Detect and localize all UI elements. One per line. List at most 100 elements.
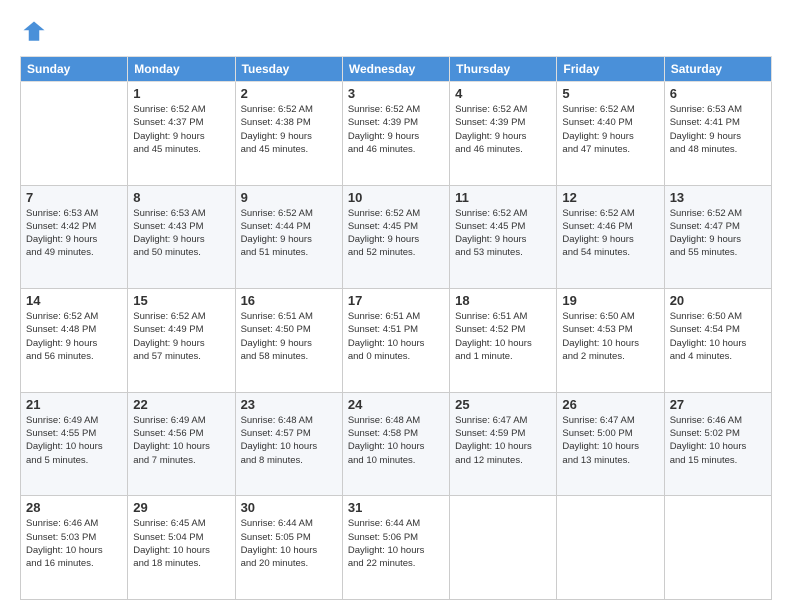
calendar-cell (557, 496, 664, 600)
day-info: Sunrise: 6:48 AM Sunset: 4:58 PM Dayligh… (348, 414, 444, 467)
day-info: Sunrise: 6:51 AM Sunset: 4:51 PM Dayligh… (348, 310, 444, 363)
day-info: Sunrise: 6:47 AM Sunset: 5:00 PM Dayligh… (562, 414, 658, 467)
weekday-header-saturday: Saturday (664, 57, 771, 82)
page: SundayMondayTuesdayWednesdayThursdayFrid… (0, 0, 792, 612)
weekday-header-sunday: Sunday (21, 57, 128, 82)
weekday-header-wednesday: Wednesday (342, 57, 449, 82)
calendar-cell: 17Sunrise: 6:51 AM Sunset: 4:51 PM Dayli… (342, 289, 449, 393)
day-number: 1 (133, 86, 229, 101)
logo-icon (20, 18, 48, 46)
day-info: Sunrise: 6:51 AM Sunset: 4:50 PM Dayligh… (241, 310, 337, 363)
day-number: 26 (562, 397, 658, 412)
day-info: Sunrise: 6:53 AM Sunset: 4:43 PM Dayligh… (133, 207, 229, 260)
calendar-cell: 18 Sunrise: 6:51 AM Sunset: 4:52 PM Dayli… (450, 289, 557, 393)
day-number: 19 (562, 293, 658, 308)
day-number: 4 (455, 86, 551, 101)
day-number: 13 (670, 190, 766, 205)
calendar-cell: 6 Sunrise: 6:53 AM Sunset: 4:41 PM Daylig… (664, 82, 771, 186)
calendar-cell (21, 82, 128, 186)
day-info: Sunrise: 6:48 AM Sunset: 4:57 PM Dayligh… (241, 414, 337, 467)
day-number: 16 (241, 293, 337, 308)
logo (20, 18, 52, 46)
day-info: Sunrise: 6:52 AM Sunset: 4:46 PM Dayligh… (562, 207, 658, 260)
day-number: 29 (133, 500, 229, 515)
day-number: 28 (26, 500, 122, 515)
day-number: 14 (26, 293, 122, 308)
day-number: 6 (670, 86, 766, 101)
day-number: 11 (455, 190, 551, 205)
day-number: 22 (133, 397, 229, 412)
calendar-cell: 4 Sunrise: 6:52 AM Sunset: 4:39 PM Daylig… (450, 82, 557, 186)
calendar-cell: 25 Sunrise: 6:47 AM Sunset: 4:59 PM Dayli… (450, 392, 557, 496)
calendar-cell: 5 Sunrise: 6:52 AM Sunset: 4:40 PM Daylig… (557, 82, 664, 186)
calendar-cell: 2 Sunrise: 6:52 AM Sunset: 4:38 PM Daylig… (235, 82, 342, 186)
day-number: 20 (670, 293, 766, 308)
day-info: Sunrise: 6:53 AM Sunset: 4:41 PM Dayligh… (670, 103, 766, 156)
day-info: Sunrise: 6:52 AM Sunset: 4:40 PM Dayligh… (562, 103, 658, 156)
calendar-cell: 28 Sunrise: 6:46 AM Sunset: 5:03 PM Dayli… (21, 496, 128, 600)
day-number: 25 (455, 397, 551, 412)
day-info: Sunrise: 6:52 AM Sunset: 4:45 PM Dayligh… (348, 207, 444, 260)
day-info: Sunrise: 6:46 AM Sunset: 5:02 PM Dayligh… (670, 414, 766, 467)
calendar-body: 1Sunrise: 6:52 AM Sunset: 4:37 PM Daylig… (21, 82, 772, 600)
calendar-week-1: 1Sunrise: 6:52 AM Sunset: 4:37 PM Daylig… (21, 82, 772, 186)
day-info: Sunrise: 6:52 AM Sunset: 4:49 PM Dayligh… (133, 310, 229, 363)
day-info: Sunrise: 6:47 AM Sunset: 4:59 PM Dayligh… (455, 414, 551, 467)
day-info: Sunrise: 6:52 AM Sunset: 4:39 PM Dayligh… (455, 103, 551, 156)
day-number: 9 (241, 190, 337, 205)
day-number: 5 (562, 86, 658, 101)
calendar-cell: 29 Sunrise: 6:45 AM Sunset: 5:04 PM Dayli… (128, 496, 235, 600)
day-info: Sunrise: 6:44 AM Sunset: 5:06 PM Dayligh… (348, 517, 444, 570)
calendar-cell: 7 Sunrise: 6:53 AM Sunset: 4:42 PM Daylig… (21, 185, 128, 289)
weekday-header-thursday: Thursday (450, 57, 557, 82)
calendar-cell: 16 Sunrise: 6:51 AM Sunset: 4:50 PM Dayli… (235, 289, 342, 393)
weekday-row: SundayMondayTuesdayWednesdayThursdayFrid… (21, 57, 772, 82)
day-info: Sunrise: 6:50 AM Sunset: 4:53 PM Dayligh… (562, 310, 658, 363)
day-number: 3 (348, 86, 444, 101)
calendar-cell: 24 Sunrise: 6:48 AM Sunset: 4:58 PM Dayli… (342, 392, 449, 496)
calendar-week-5: 28 Sunrise: 6:46 AM Sunset: 5:03 PM Dayli… (21, 496, 772, 600)
calendar-cell: 15Sunrise: 6:52 AM Sunset: 4:49 PM Dayli… (128, 289, 235, 393)
calendar-cell: 27 Sunrise: 6:46 AM Sunset: 5:02 PM Dayli… (664, 392, 771, 496)
weekday-header-tuesday: Tuesday (235, 57, 342, 82)
calendar-cell: 26 Sunrise: 6:47 AM Sunset: 5:00 PM Dayli… (557, 392, 664, 496)
day-number: 2 (241, 86, 337, 101)
day-number: 23 (241, 397, 337, 412)
day-info: Sunrise: 6:53 AM Sunset: 4:42 PM Dayligh… (26, 207, 122, 260)
day-info: Sunrise: 6:52 AM Sunset: 4:45 PM Dayligh… (455, 207, 551, 260)
calendar-cell: 22Sunrise: 6:49 AM Sunset: 4:56 PM Dayli… (128, 392, 235, 496)
day-number: 8 (133, 190, 229, 205)
calendar-cell: 30Sunrise: 6:44 AM Sunset: 5:05 PM Dayli… (235, 496, 342, 600)
day-number: 27 (670, 397, 766, 412)
calendar-cell: 20Sunrise: 6:50 AM Sunset: 4:54 PM Dayli… (664, 289, 771, 393)
weekday-header-friday: Friday (557, 57, 664, 82)
calendar-header: SundayMondayTuesdayWednesdayThursdayFrid… (21, 57, 772, 82)
calendar-cell: 9Sunrise: 6:52 AM Sunset: 4:44 PM Daylig… (235, 185, 342, 289)
calendar-cell: 13Sunrise: 6:52 AM Sunset: 4:47 PM Dayli… (664, 185, 771, 289)
day-number: 21 (26, 397, 122, 412)
weekday-header-monday: Monday (128, 57, 235, 82)
calendar-week-4: 21 Sunrise: 6:49 AM Sunset: 4:55 PM Dayli… (21, 392, 772, 496)
calendar-cell (664, 496, 771, 600)
day-number: 31 (348, 500, 444, 515)
day-info: Sunrise: 6:49 AM Sunset: 4:55 PM Dayligh… (26, 414, 122, 467)
day-info: Sunrise: 6:52 AM Sunset: 4:38 PM Dayligh… (241, 103, 337, 156)
day-number: 12 (562, 190, 658, 205)
calendar-cell: 14Sunrise: 6:52 AM Sunset: 4:48 PM Dayli… (21, 289, 128, 393)
calendar-cell: 10Sunrise: 6:52 AM Sunset: 4:45 PM Dayli… (342, 185, 449, 289)
calendar-cell: 21 Sunrise: 6:49 AM Sunset: 4:55 PM Dayli… (21, 392, 128, 496)
calendar-cell: 11 Sunrise: 6:52 AM Sunset: 4:45 PM Dayli… (450, 185, 557, 289)
day-info: Sunrise: 6:52 AM Sunset: 4:39 PM Dayligh… (348, 103, 444, 156)
day-number: 24 (348, 397, 444, 412)
header (20, 18, 772, 46)
day-info: Sunrise: 6:46 AM Sunset: 5:03 PM Dayligh… (26, 517, 122, 570)
day-number: 7 (26, 190, 122, 205)
calendar-week-3: 14Sunrise: 6:52 AM Sunset: 4:48 PM Dayli… (21, 289, 772, 393)
calendar-cell: 3 Sunrise: 6:52 AM Sunset: 4:39 PM Daylig… (342, 82, 449, 186)
day-info: Sunrise: 6:51 AM Sunset: 4:52 PM Dayligh… (455, 310, 551, 363)
day-number: 18 (455, 293, 551, 308)
calendar-cell: 12 Sunrise: 6:52 AM Sunset: 4:46 PM Dayli… (557, 185, 664, 289)
calendar-cell: 8 Sunrise: 6:53 AM Sunset: 4:43 PM Daylig… (128, 185, 235, 289)
calendar-cell: 19 Sunrise: 6:50 AM Sunset: 4:53 PM Dayli… (557, 289, 664, 393)
day-info: Sunrise: 6:45 AM Sunset: 5:04 PM Dayligh… (133, 517, 229, 570)
